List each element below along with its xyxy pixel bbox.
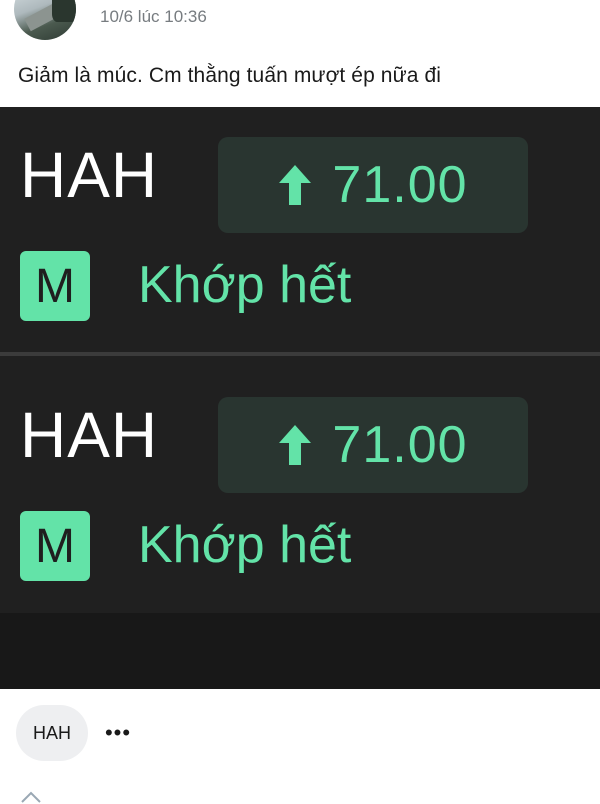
- order-status: Khớp hết: [138, 256, 352, 314]
- attached-screenshot[interactable]: HAH 71.00 M Khớp hết HAH 71.00 M Khớp hế…: [0, 107, 600, 689]
- partial-icon: [21, 791, 41, 803]
- order-row: HAH 71.00 M Khớp hết: [0, 389, 600, 629]
- screenshot-bottom-bar: [0, 613, 600, 689]
- row-divider: [0, 352, 600, 356]
- post-caption: Giảm là múc. Cm thằng tuấn mượt ép nữa đ…: [18, 64, 441, 87]
- arrow-up-icon: [279, 425, 312, 465]
- post-timestamp[interactable]: 10/6 lúc 10:36: [100, 7, 207, 27]
- price-box: 71.00: [218, 397, 528, 493]
- price-value: 71.00: [332, 416, 468, 474]
- more-horizontal-icon[interactable]: •••: [100, 716, 136, 750]
- stock-tag-chip[interactable]: HAH: [16, 705, 88, 761]
- match-type-badge: M: [20, 511, 90, 581]
- match-type-badge: M: [20, 251, 90, 321]
- arrow-up-icon: [279, 165, 312, 205]
- order-status: Khớp hết: [138, 516, 352, 574]
- avatar[interactable]: [14, 0, 76, 40]
- price-value: 71.00: [332, 156, 468, 214]
- ticker-symbol: HAH: [20, 399, 159, 471]
- price-box: 71.00: [218, 137, 528, 233]
- ticker-symbol: HAH: [20, 139, 159, 211]
- order-row: HAH 71.00 M Khớp hết: [0, 129, 600, 369]
